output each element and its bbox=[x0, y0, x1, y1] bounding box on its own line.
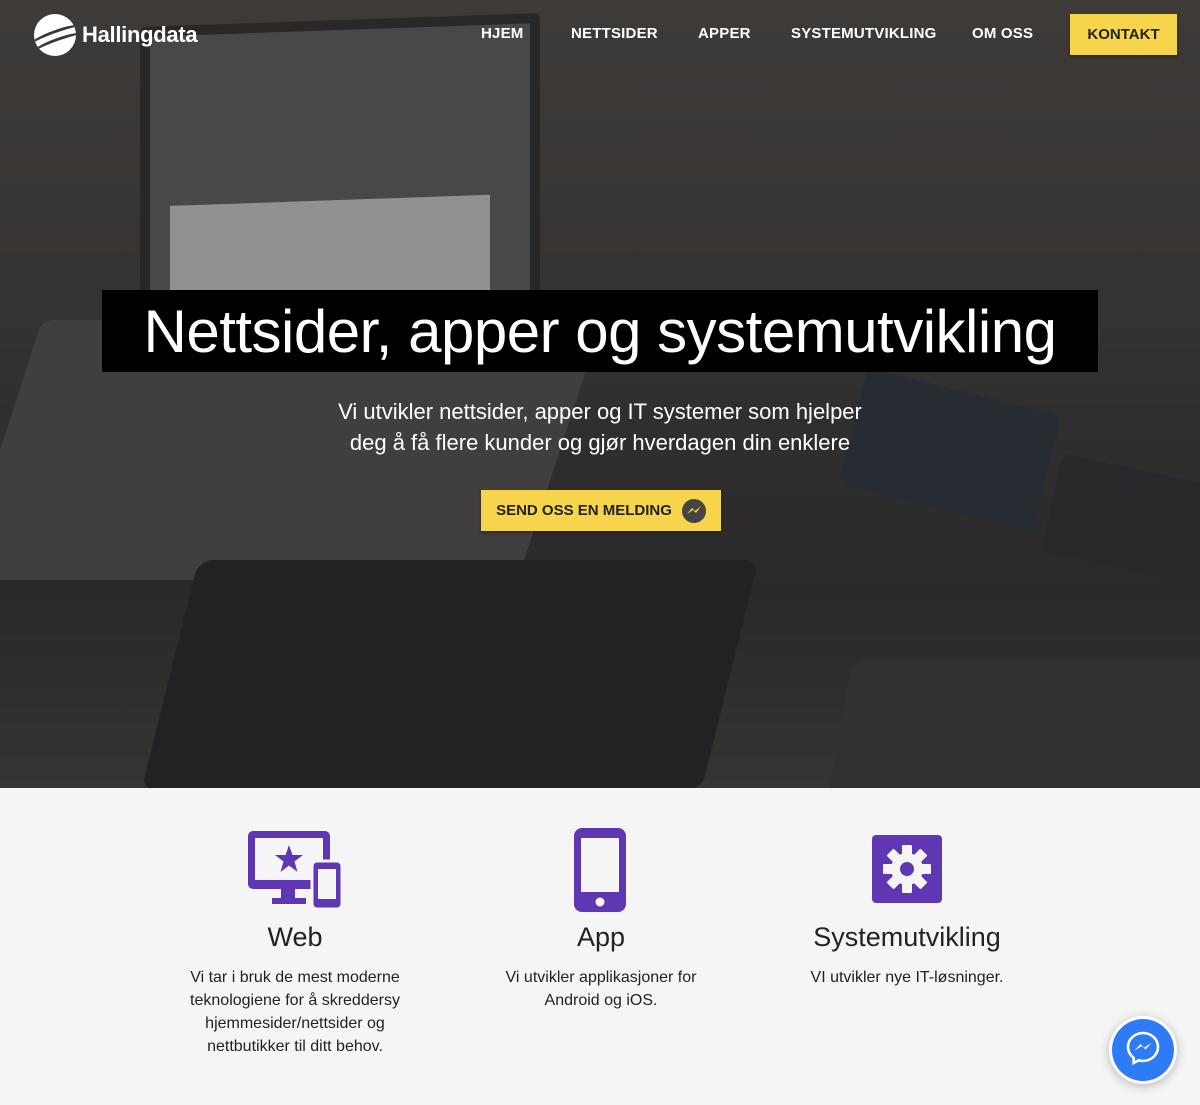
description-line: teknologiene for å skreddersy bbox=[190, 992, 400, 1009]
nav-link-apper[interactable]: APPER bbox=[698, 25, 751, 42]
description-line: hjemmesider/nettsider og bbox=[205, 1015, 385, 1032]
service-app-description: Vi utvikler applikasjoner for Android og… bbox=[476, 966, 726, 1012]
logo-mark-icon bbox=[34, 14, 76, 56]
hero-overlay bbox=[0, 0, 1200, 788]
phone-icon bbox=[574, 828, 626, 917]
description-line: Vi utvikler applikasjoner for bbox=[505, 969, 697, 986]
gear-icon bbox=[872, 835, 942, 908]
service-app-title: App bbox=[576, 922, 626, 952]
top-navigation: Hallingdata HJEM NETTSIDER APPER SYSTEMU… bbox=[0, 0, 1200, 70]
service-systemutvikling-title: Systemutvikling bbox=[813, 922, 1001, 952]
send-message-button[interactable]: SEND OSS EN MELDING bbox=[481, 490, 721, 531]
hero-subtitle: Vi utvikler nettsider, apper og IT syste… bbox=[300, 396, 900, 458]
hero-subtitle-line-2: deg å få flere kunder og gjør hverdagen … bbox=[349, 430, 851, 455]
description-line: nettbutikker til ditt behov. bbox=[207, 1038, 383, 1055]
messenger-icon bbox=[681, 498, 706, 523]
messenger-chat-button[interactable] bbox=[1109, 1016, 1177, 1084]
service-web-title: Web bbox=[267, 922, 323, 952]
hero-subtitle-line-1: Vi utvikler nettsider, apper og IT syste… bbox=[338, 399, 862, 424]
nav-link-hjem[interactable]: HJEM bbox=[481, 25, 523, 42]
nav-link-systemutvikling[interactable]: SYSTEMUTVIKLING bbox=[791, 25, 937, 42]
send-message-label: SEND OSS EN MELDING bbox=[496, 502, 672, 519]
service-web-description: Vi tar i bruk de mest moderne teknologie… bbox=[170, 966, 420, 1058]
services-section: Web Vi tar i bruk de mest moderne teknol… bbox=[0, 788, 1200, 1105]
nav-link-nettsider[interactable]: NETTSIDER bbox=[571, 25, 658, 42]
devices-star-icon bbox=[248, 831, 344, 914]
description-line: Vi tar i bruk de mest moderne bbox=[190, 969, 400, 986]
messenger-fab-circle bbox=[1112, 1019, 1174, 1081]
brand-name: Hallingdata bbox=[82, 22, 198, 47]
description-line: VI utvikler nye IT-løsninger. bbox=[810, 969, 1004, 986]
messenger-icon bbox=[1125, 1030, 1161, 1071]
hero-section: Hallingdata HJEM NETTSIDER APPER SYSTEMU… bbox=[0, 0, 1200, 788]
contact-button[interactable]: KONTAKT bbox=[1070, 14, 1177, 55]
hero-title: Nettsider, apper og systemutvikling bbox=[143, 297, 1057, 365]
description-line: Android og iOS. bbox=[544, 992, 658, 1009]
hero-title-box: Nettsider, apper og systemutvikling bbox=[102, 290, 1098, 372]
nav-link-om-oss[interactable]: OM OSS bbox=[972, 25, 1033, 42]
service-systemutvikling-description: VI utvikler nye IT-løsninger. bbox=[782, 966, 1032, 989]
brand-logo[interactable]: Hallingdata bbox=[34, 14, 198, 56]
